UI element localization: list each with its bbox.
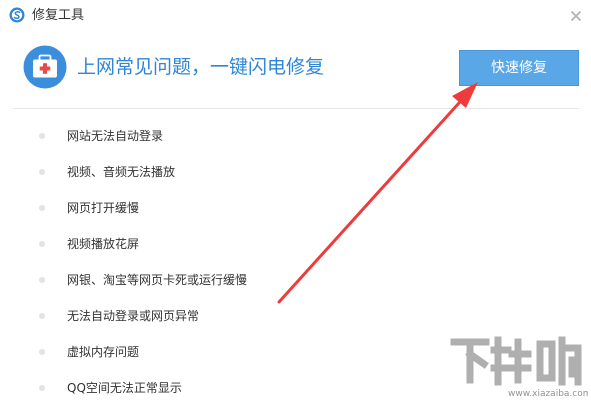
list-item: 网银、淘宝等网页卡死或运行缓慢 (0, 262, 591, 298)
issue-label: 视频播放花屏 (67, 237, 140, 251)
bullet-dot-icon (39, 313, 45, 319)
issue-label: 网页打开缓慢 (67, 201, 140, 215)
bullet-dot-icon (39, 349, 45, 355)
list-item: 视频、音频无法播放 (0, 154, 591, 190)
list-item: 网站无法自动登录 (0, 118, 591, 154)
issue-label: 网站无法自动登录 (67, 129, 164, 143)
issue-list: 网站无法自动登录 视频、音频无法播放 网页打开缓慢 视频播放花屏 网银、淘宝等网… (0, 118, 591, 401)
close-icon[interactable] (568, 8, 584, 24)
first-aid-kit-icon (23, 45, 67, 89)
bullet-dot-icon (39, 385, 45, 391)
list-item: 网页打开缓慢 (0, 190, 591, 226)
repair-tool-window: 修复工具 上网常见问题，一键闪电修复 快速修复 网站无法自动登录 视频、音频无法… (0, 0, 591, 401)
issue-label: 视频、音频无法播放 (67, 165, 176, 179)
browser-logo-icon (9, 7, 25, 23)
divider (13, 108, 579, 109)
bullet-dot-icon (39, 205, 45, 211)
headline: 上网常见问题，一键闪电修复 (77, 56, 325, 78)
issue-label: QQ空间无法正常显示 (67, 381, 182, 395)
quick-fix-button[interactable]: 快速修复 (459, 50, 579, 86)
title-bar: 修复工具 (0, 0, 591, 32)
bullet-dot-icon (39, 133, 45, 139)
window-title: 修复工具 (32, 8, 85, 23)
bullet-dot-icon (39, 277, 45, 283)
list-item: 无法自动登录或网页异常 (0, 298, 591, 334)
issue-label: 虚拟内存问题 (67, 345, 140, 359)
bullet-dot-icon (39, 169, 45, 175)
issue-label: 无法自动登录或网页异常 (67, 309, 200, 323)
bullet-dot-icon (39, 241, 45, 247)
list-item: 视频播放花屏 (0, 226, 591, 262)
list-item: QQ空间无法正常显示 (0, 370, 591, 401)
list-item: 虚拟内存问题 (0, 334, 591, 370)
issue-label: 网银、淘宝等网页卡死或运行缓慢 (67, 273, 248, 287)
